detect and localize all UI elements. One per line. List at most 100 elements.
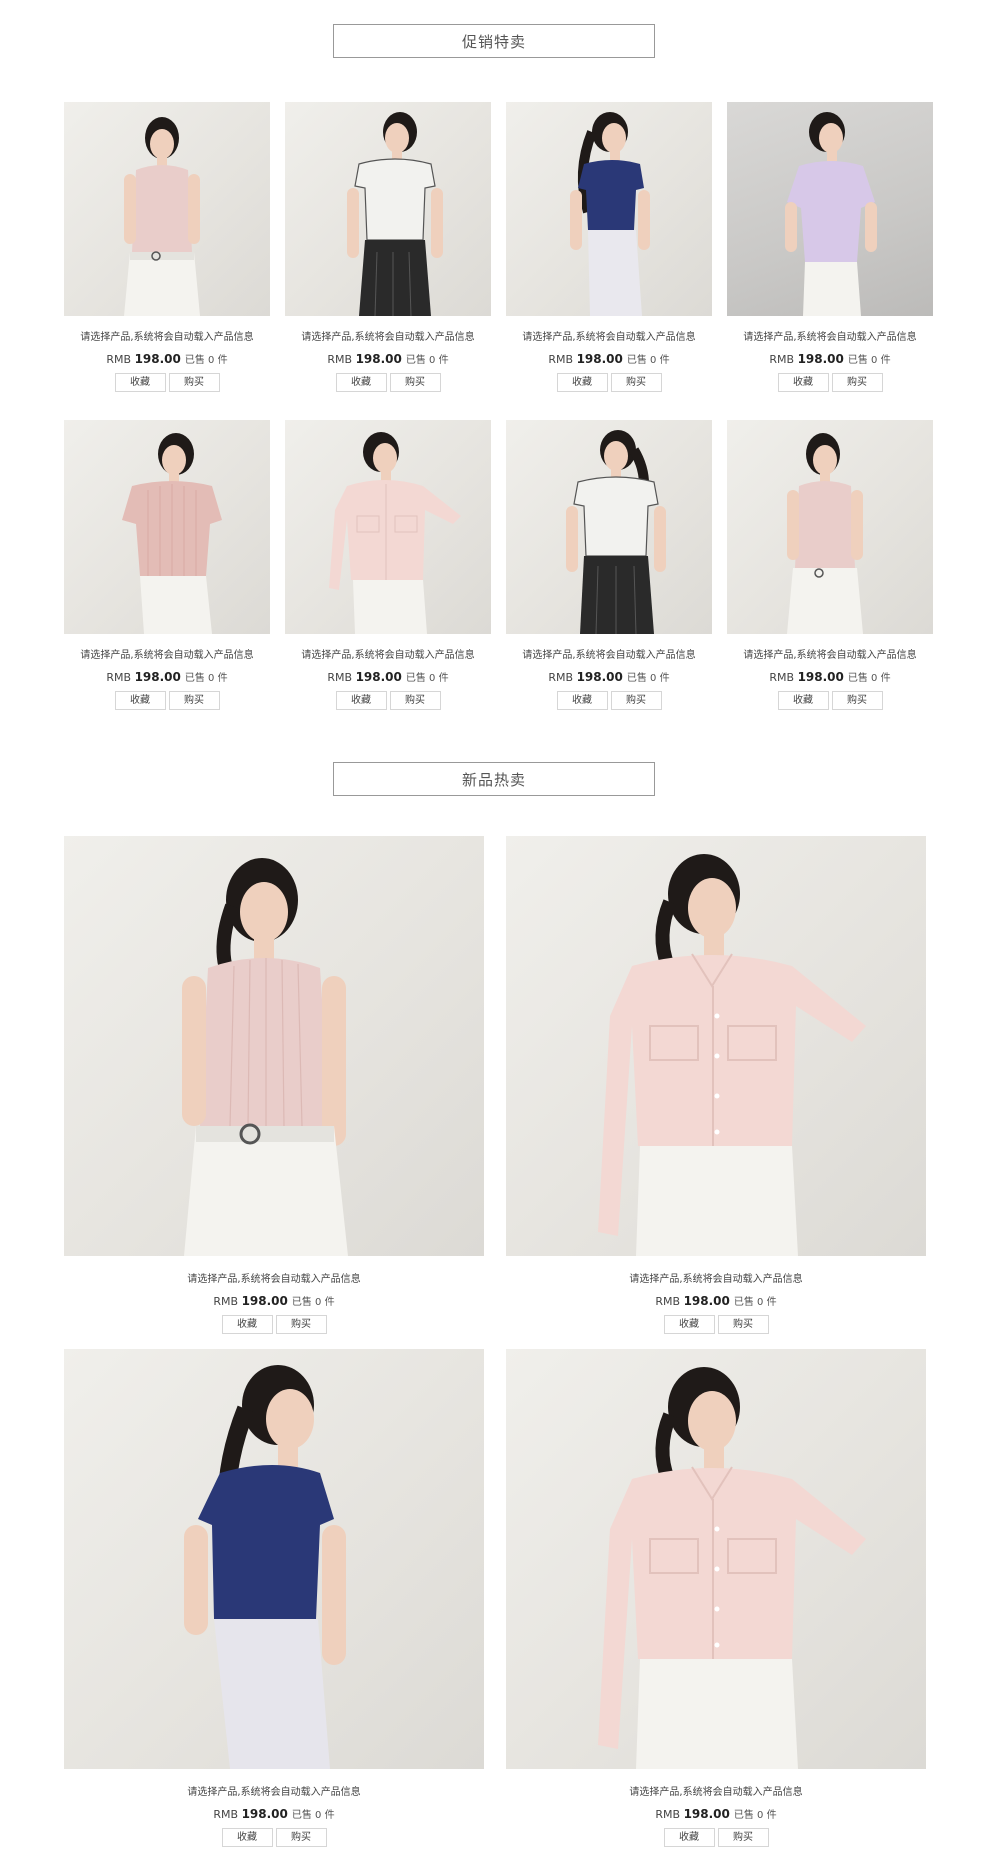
buy-button[interactable]: 购买 <box>275 1315 327 1334</box>
sold-count: 已售 0 件 <box>291 1297 335 1308</box>
section-title-label: 促销特卖 <box>461 32 526 51</box>
sold-count: 已售 0 件 <box>733 1810 777 1821</box>
favorite-button[interactable]: 收藏 <box>556 691 608 710</box>
price-line: RMB 198.00 已售 0 件 <box>64 1806 484 1821</box>
sold-count: 已售 0 件 <box>626 355 670 366</box>
product-desc: 请选择产品,系统将会自动载入产品信息 <box>80 650 254 661</box>
product-desc: 请选择产品,系统将会自动载入产品信息 <box>743 650 917 661</box>
product-card[interactable]: 请选择产品,系统将会自动载入产品信息 RMB 198.00 已售 0 件 收藏 购买 <box>506 102 712 392</box>
favorite-button[interactable]: 收藏 <box>114 691 166 710</box>
model-photo-pink-knit-tee <box>122 433 222 634</box>
price-value: 198.00 <box>241 1807 288 1821</box>
buy-button[interactable]: 购买 <box>610 373 662 392</box>
product-desc: 请选择产品,系统将会自动载入产品信息 <box>187 1274 361 1285</box>
currency: RMB <box>106 353 132 366</box>
currency: RMB <box>213 1295 239 1308</box>
price-value: 198.00 <box>683 1294 730 1308</box>
model-photo-pink-knit-large <box>182 858 348 1256</box>
price-line: RMB 198.00 已售 0 件 <box>285 351 491 366</box>
buy-button[interactable]: 购买 <box>831 691 883 710</box>
model-photo-white-tee <box>347 112 443 316</box>
sold-count: 已售 0 件 <box>405 355 449 366</box>
section-title-new: 新品热卖 <box>333 762 655 796</box>
price-value: 198.00 <box>241 1294 288 1308</box>
sold-count: 已售 0 件 <box>626 673 670 684</box>
product-card[interactable]: 请选择产品,系统将会自动载入产品信息 RMB 198.00 已售 0 件 收藏 购买 <box>506 420 712 710</box>
favorite-button[interactable]: 收藏 <box>777 373 829 392</box>
product-card[interactable]: 请选择产品,系统将会自动载入产品信息 RMB 198.00 已售 0 件 收藏 购买 <box>285 420 491 710</box>
currency: RMB <box>548 671 574 684</box>
currency: RMB <box>213 1808 239 1821</box>
favorite-button[interactable]: 收藏 <box>335 691 387 710</box>
product-image[interactable] <box>64 1349 484 1769</box>
product-image[interactable] <box>64 420 270 634</box>
buy-button[interactable]: 购买 <box>168 373 220 392</box>
sold-count: 已售 0 件 <box>847 673 891 684</box>
favorite-button[interactable]: 收藏 <box>221 1315 273 1334</box>
favorite-button[interactable]: 收藏 <box>221 1828 273 1847</box>
product-card[interactable]: 请选择产品,系统将会自动载入产品信息 RMB 198.00 已售 0 件 收藏 购买 <box>64 102 270 392</box>
product-image[interactable] <box>506 836 926 1256</box>
sold-count: 已售 0 件 <box>733 1297 777 1308</box>
section-title-label: 新品热卖 <box>461 770 526 789</box>
price-value: 198.00 <box>134 352 181 366</box>
product-image[interactable] <box>64 102 270 316</box>
product-desc: 请选择产品,系统将会自动载入产品信息 <box>629 1274 803 1285</box>
currency: RMB <box>655 1808 681 1821</box>
product-card[interactable]: 请选择产品,系统将会自动载入产品信息 RMB 198.00 已售 0 件 收藏 购买 <box>285 102 491 392</box>
product-image[interactable] <box>64 836 484 1256</box>
buy-button[interactable]: 购买 <box>610 691 662 710</box>
product-card[interactable]: 请选择产品,系统将会自动载入产品信息 RMB 198.00 已售 0 件 收藏 购买 <box>64 1349 484 1847</box>
buy-button[interactable]: 购买 <box>389 373 441 392</box>
product-card[interactable]: 请选择产品,系统将会自动载入产品信息 RMB 198.00 已售 0 件 收藏 购买 <box>727 420 933 710</box>
price-value: 198.00 <box>355 352 402 366</box>
price-line: RMB 198.00 已售 0 件 <box>64 1293 484 1308</box>
product-card[interactable]: 请选择产品,系统将会自动载入产品信息 RMB 198.00 已售 0 件 收藏 购买 <box>64 836 484 1334</box>
buy-button[interactable]: 购买 <box>717 1315 769 1334</box>
product-desc: 请选择产品,系统将会自动载入产品信息 <box>301 332 475 343</box>
favorite-button[interactable]: 收藏 <box>663 1828 715 1847</box>
product-image[interactable] <box>727 102 933 316</box>
buy-button[interactable]: 购买 <box>389 691 441 710</box>
buy-button[interactable]: 购买 <box>717 1828 769 1847</box>
price-value: 198.00 <box>576 670 623 684</box>
buy-button[interactable]: 购买 <box>168 691 220 710</box>
product-card[interactable]: 请选择产品,系统将会自动载入产品信息 RMB 198.00 已售 0 件 收藏 购买 <box>506 836 926 1334</box>
model-photo-white-tee-2 <box>566 430 666 634</box>
product-card[interactable]: 请选择产品,系统将会自动载入产品信息 RMB 198.00 已售 0 件 收藏 购买 <box>506 1349 926 1847</box>
product-image[interactable] <box>285 102 491 316</box>
model-photo-navy-tee <box>570 112 650 316</box>
price-line: RMB 198.00 已售 0 件 <box>285 669 491 684</box>
currency: RMB <box>769 353 795 366</box>
product-image[interactable] <box>285 420 491 634</box>
product-card[interactable]: 请选择产品,系统将会自动载入产品信息 RMB 198.00 已售 0 件 收藏 购买 <box>64 420 270 710</box>
model-photo-pink-knit-2 <box>787 433 863 634</box>
favorite-button[interactable]: 收藏 <box>335 373 387 392</box>
model-photo-pink-shirt <box>329 432 461 634</box>
price-value: 198.00 <box>576 352 623 366</box>
currency: RMB <box>548 353 574 366</box>
price-line: RMB 198.00 已售 0 件 <box>727 351 933 366</box>
price-value: 198.00 <box>797 670 844 684</box>
favorite-button[interactable]: 收藏 <box>663 1315 715 1334</box>
favorite-button[interactable]: 收藏 <box>777 691 829 710</box>
product-image[interactable] <box>506 420 712 634</box>
buy-button[interactable]: 购买 <box>275 1828 327 1847</box>
product-image[interactable] <box>727 420 933 634</box>
price-value: 198.00 <box>355 670 402 684</box>
currency: RMB <box>769 671 795 684</box>
favorite-button[interactable]: 收藏 <box>556 373 608 392</box>
product-card[interactable]: 请选择产品,系统将会自动载入产品信息 RMB 198.00 已售 0 件 收藏 购买 <box>727 102 933 392</box>
product-image[interactable] <box>506 1349 926 1769</box>
sold-count: 已售 0 件 <box>184 673 228 684</box>
model-photo-pink-knit <box>124 117 200 316</box>
buy-button[interactable]: 购买 <box>831 373 883 392</box>
currency: RMB <box>327 353 353 366</box>
product-image[interactable] <box>506 102 712 316</box>
currency: RMB <box>327 671 353 684</box>
product-desc: 请选择产品,系统将会自动载入产品信息 <box>629 1787 803 1798</box>
sold-count: 已售 0 件 <box>291 1810 335 1821</box>
product-desc: 请选择产品,系统将会自动载入产品信息 <box>522 332 696 343</box>
favorite-button[interactable]: 收藏 <box>114 373 166 392</box>
price-line: RMB 198.00 已售 0 件 <box>727 669 933 684</box>
